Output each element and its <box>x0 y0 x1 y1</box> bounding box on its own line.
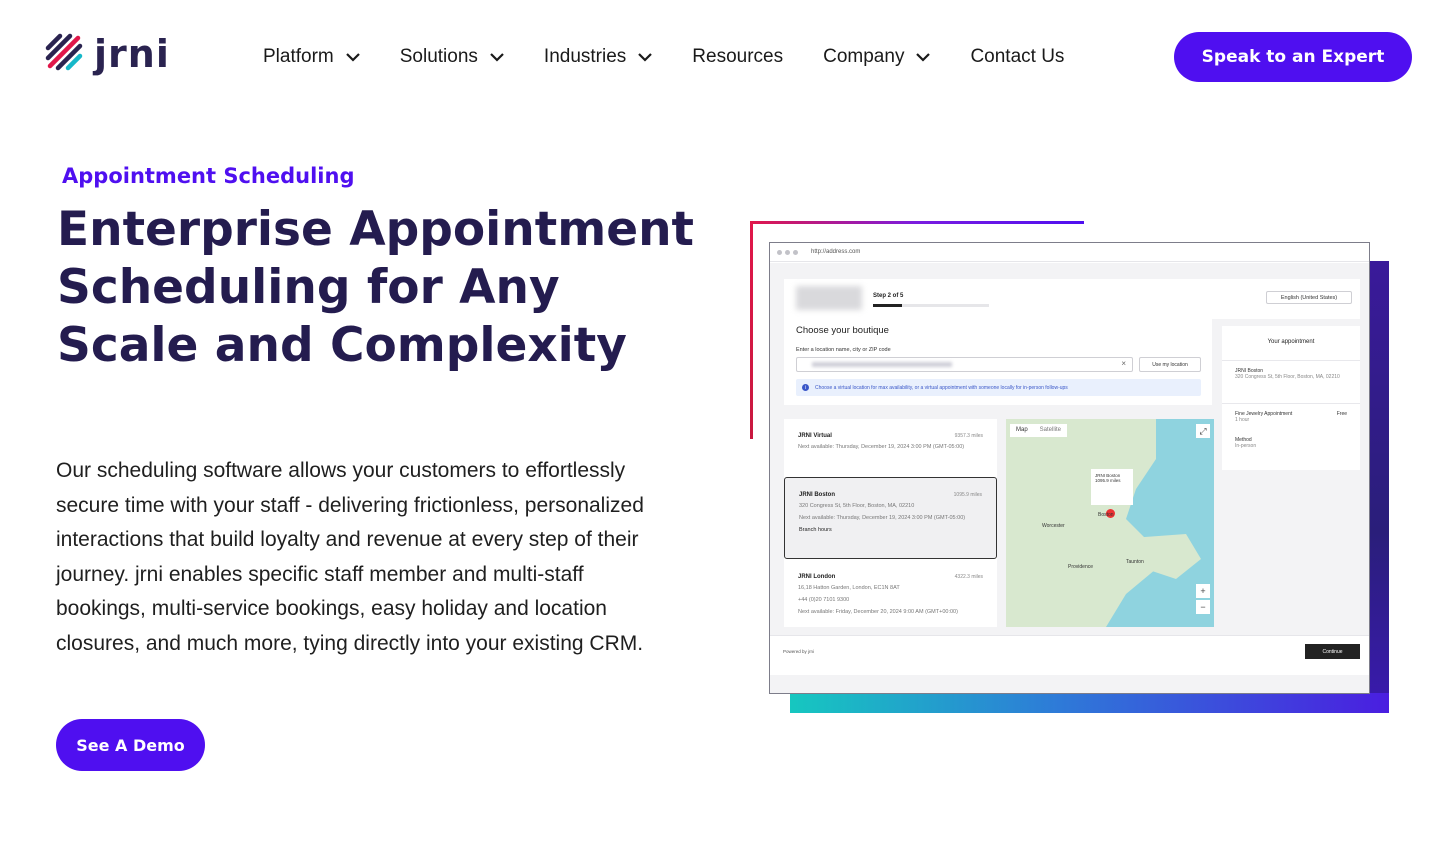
appointment-method-value: In-person <box>1235 443 1257 449</box>
location-search-input: × <box>796 357 1133 372</box>
decorative-gradient-bar <box>790 693 1389 713</box>
nav-industries[interactable]: Industries <box>543 44 653 70</box>
logo-wordmark: jrni <box>94 32 170 76</box>
info-icon: i <box>802 384 809 391</box>
location-address: 320 Congress St, 5th Floor, Boston, MA, … <box>799 503 915 509</box>
location-item: JRNI Virtual 9357.3 miles Next available:… <box>784 433 997 451</box>
appointment-service: Fine Jewelry Appointment Free 1 hour <box>1235 411 1347 423</box>
info-text: Choose a virtual location for max availa… <box>815 384 1068 391</box>
divider <box>1222 360 1360 361</box>
fullscreen-icon: ⤢ <box>1196 424 1210 438</box>
window-dot <box>793 249 798 255</box>
location-next-available: Next available: Thursday, December 19, 2… <box>798 444 965 450</box>
decorative-frame-line <box>750 221 753 439</box>
nav-industries-label: Industries <box>543 46 627 67</box>
chevron-down-icon <box>916 52 931 62</box>
location-distance: 1095.9 miles <box>953 492 982 498</box>
zoom-in-icon: + <box>1196 584 1210 598</box>
browser-url: http://address.com <box>811 249 861 255</box>
appointment-location-address: 320 Congress St, 5th Floor, Boston, MA, … <box>1235 374 1340 380</box>
nav-platform[interactable]: Platform <box>263 44 360 70</box>
location-distance: 4322.3 miles <box>954 574 983 580</box>
map-land-icon <box>1006 419 1201 627</box>
hero-body: Our scheduling software allows your cust… <box>56 459 644 655</box>
blurred-search-text <box>812 362 952 367</box>
location-item: JRNI London 4322.3 miles 16,18 Hatton Gar… <box>784 574 997 616</box>
nav-contact-us[interactable]: Contact Us <box>970 44 1064 70</box>
jrni-logo-mark-icon <box>45 33 83 71</box>
hero-eyebrow: Appointment Scheduling <box>62 164 355 188</box>
blurred-brand-logo <box>796 286 862 310</box>
booking-footer <box>770 635 1369 675</box>
nav-company[interactable]: Company <box>823 44 931 70</box>
appointment-price: Free <box>1336 411 1347 417</box>
satellite-tab: Satellite <box>1039 427 1062 433</box>
chevron-down-icon <box>345 52 360 62</box>
nav-company-label: Company <box>823 46 905 67</box>
window-dot <box>777 249 782 255</box>
search-label: Enter a location name, city or ZIP code <box>796 347 891 353</box>
continue-button: Continue <box>1305 644 1360 659</box>
chevron-down-icon <box>638 52 653 62</box>
location-name: JRNI Virtual <box>798 433 832 439</box>
location-name: JRNI Boston <box>799 492 835 498</box>
nav-platform-label: Platform <box>263 46 334 67</box>
map-city-label: Worcester <box>1042 523 1065 529</box>
map-city-label: Boston <box>1098 512 1114 518</box>
hero-headline: Enterprise Appointment Scheduling for An… <box>57 202 695 373</box>
location-phone: +44 (0)20 7101 9300 <box>798 597 850 603</box>
divider <box>1222 403 1360 404</box>
nav-solutions-label: Solutions <box>399 46 478 67</box>
map-tab: Map <box>1016 427 1028 433</box>
browser-bar: http://address.com <box>770 243 1369 262</box>
main-nav: Platform Solutions Industries Resources … <box>263 44 1104 70</box>
step-progress-bar <box>873 304 989 307</box>
chevron-down-icon <box>490 52 504 62</box>
appointment-title: Your appointment <box>1267 339 1315 345</box>
window-dot <box>785 249 790 255</box>
location-map: Map Satellite ⤢ + − JRNI Boston 1095.9 m… <box>1006 419 1214 627</box>
decorative-frame-line <box>750 221 1084 224</box>
nav-resources[interactable]: Resources <box>692 44 783 70</box>
product-screenshot: http://address.com Step 2 of 5 English (… <box>769 242 1370 694</box>
map-type-tabs: Map Satellite <box>1010 424 1068 437</box>
popup-distance: 1095.9 miles <box>1095 478 1121 483</box>
step-indicator: Step 2 of 5 <box>873 293 904 299</box>
appointment-location: JRNI Boston 320 Congress St, 5th Floor, … <box>1235 368 1347 380</box>
speak-to-expert-button[interactable]: Speak to an Expert <box>1174 32 1412 82</box>
language-selector: English (United States) <box>1266 291 1352 304</box>
branch-hours-toggle: Branch hours <box>799 527 832 533</box>
location-address: 16,18 Hatton Garden, London, EC1N 8AT <box>798 585 900 591</box>
use-my-location-button: Use my location <box>1139 357 1201 372</box>
location-next-available: Next available: Friday, December 20, 202… <box>798 609 958 615</box>
location-item-selected: JRNI Boston 1095.9 miles 320 Congress St,… <box>784 477 997 559</box>
clear-icon: × <box>1121 359 1126 368</box>
zoom-out-icon: − <box>1196 600 1210 614</box>
jrni-logo[interactable]: jrni <box>44 32 170 76</box>
location-distance: 9357.3 miles <box>954 433 983 439</box>
appointment-duration: 1 hour <box>1235 417 1250 423</box>
map-city-label: Taunton <box>1126 559 1144 565</box>
map-popup: JRNI Boston 1095.9 miles <box>1091 469 1133 505</box>
choose-title: Choose your boutique <box>796 325 889 336</box>
see-demo-button[interactable]: See A Demo <box>56 719 205 771</box>
nav-resources-label: Resources <box>692 46 784 67</box>
map-city-label: Providence <box>1068 564 1094 570</box>
step-progress-fill <box>873 304 902 307</box>
location-next-available: Next available: Thursday, December 19, 2… <box>799 515 966 521</box>
location-name: JRNI London <box>798 574 836 580</box>
nav-contact-us-label: Contact Us <box>970 46 1065 67</box>
info-banner: i Choose a virtual location for max avai… <box>796 379 1201 396</box>
powered-by: Powered by jrni <box>783 649 815 654</box>
appointment-method: Method In-person <box>1235 437 1256 449</box>
nav-solutions[interactable]: Solutions <box>400 44 504 70</box>
